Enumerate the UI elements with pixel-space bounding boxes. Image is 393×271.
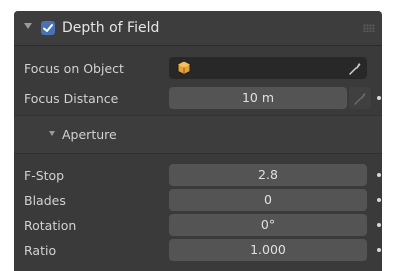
keyframe-dot-icon[interactable] [377, 96, 381, 100]
blades-label: Blades [24, 193, 66, 208]
ratio-field[interactable]: 1.000 [169, 239, 367, 261]
collapse-triangle-icon[interactable] [24, 23, 32, 29]
panel-title: Depth of Field [62, 20, 160, 36]
focus-object-field[interactable] [169, 57, 367, 79]
ratio-row: Ratio 1.000 [14, 238, 382, 262]
ratio-label: Ratio [24, 243, 57, 258]
check-icon [43, 24, 53, 32]
fstop-label: F-Stop [24, 168, 65, 183]
object-cube-icon [177, 60, 191, 76]
enable-checkbox[interactable] [41, 21, 55, 35]
drag-grip-icon[interactable] [363, 24, 375, 32]
keyframe-dot-icon[interactable] [377, 248, 381, 252]
eyedropper-icon[interactable] [348, 60, 362, 76]
rotation-row: Rotation 0° [14, 213, 382, 237]
rotation-field[interactable]: 0° [169, 214, 367, 236]
fstop-field[interactable]: 2.8 [169, 164, 367, 186]
blades-row: Blades 0 [14, 188, 382, 212]
keyframe-dot-icon[interactable] [377, 198, 381, 202]
focus-distance-row: Focus Distance 10 m [14, 86, 382, 110]
fstop-row: F-Stop 2.8 [14, 163, 382, 187]
focus-distance-label: Focus Distance [24, 91, 119, 106]
keyframe-dot-icon[interactable] [377, 173, 381, 177]
focus-object-label: Focus on Object [24, 61, 124, 76]
aperture-subpanel-header[interactable]: Aperture [14, 115, 382, 154]
focus-object-row: Focus on Object [14, 56, 382, 80]
collapse-triangle-icon[interactable] [49, 131, 55, 136]
eyedropper-icon [354, 93, 366, 105]
blades-field[interactable]: 0 [169, 189, 367, 211]
depth-of-field-panel: Depth of Field Focus on Object Focus Dis… [14, 11, 382, 271]
rotation-label: Rotation [24, 218, 77, 233]
panel-header[interactable]: Depth of Field [14, 11, 382, 46]
keyframe-dot-icon[interactable] [377, 223, 381, 227]
focus-distance-field[interactable]: 10 m [169, 87, 347, 109]
aperture-label: Aperture [62, 127, 117, 142]
focus-distance-eyedropper-button[interactable] [349, 87, 371, 109]
